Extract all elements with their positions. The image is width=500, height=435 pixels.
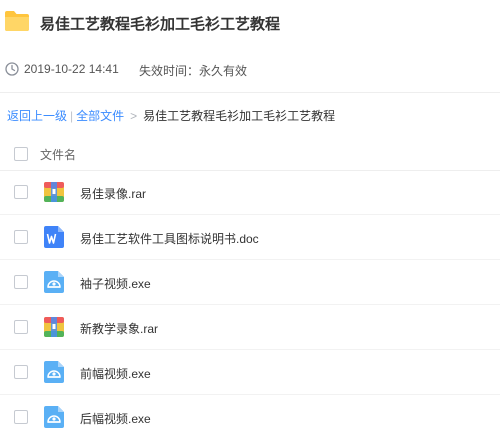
- file-row[interactable]: 前幅视频.exe: [0, 350, 500, 395]
- file-row[interactable]: 后幅视频.exe: [0, 395, 500, 435]
- breadcrumb: 返回上一级 | 全部文件 > 易佳工艺教程毛衫加工毛衫工艺教程: [7, 107, 335, 124]
- file-row[interactable]: 易佳录像.rar: [0, 170, 500, 215]
- file-checkbox[interactable]: [14, 230, 28, 244]
- word-doc-icon: [44, 226, 64, 248]
- breadcrumb-separator: |: [70, 109, 74, 123]
- folder-meta: 2019-10-22 14:41 失效时间：永久有效: [0, 58, 500, 80]
- file-checkbox[interactable]: [14, 320, 28, 334]
- divider: [0, 92, 500, 93]
- file-name[interactable]: 易佳工艺软件工具图标说明书.doc: [80, 230, 259, 247]
- file-checkbox[interactable]: [14, 410, 28, 424]
- exe-file-icon: [44, 406, 64, 428]
- file-name[interactable]: 新教学录象.rar: [80, 320, 158, 337]
- file-name[interactable]: 袖子视频.exe: [80, 275, 151, 292]
- file-checkbox[interactable]: [14, 275, 28, 289]
- list-header: 文件名: [0, 140, 500, 168]
- folder-title: 易佳工艺教程毛衫加工毛衫工艺教程: [40, 16, 281, 33]
- column-header-filename: 文件名: [40, 148, 77, 162]
- file-row[interactable]: 袖子视频.exe: [0, 260, 500, 305]
- file-name[interactable]: 易佳录像.rar: [80, 185, 146, 202]
- file-name[interactable]: 后幅视频.exe: [80, 410, 151, 427]
- all-files-link[interactable]: 全部文件: [76, 109, 124, 123]
- expire-time: 失效时间：永久有效: [139, 64, 248, 78]
- file-row[interactable]: 新教学录象.rar: [0, 305, 500, 350]
- clock-icon: [5, 62, 19, 76]
- file-row[interactable]: 易佳工艺软件工具图标说明书.doc: [0, 215, 500, 260]
- back-link[interactable]: 返回上一级: [7, 109, 67, 123]
- rar-archive-icon: [44, 182, 64, 202]
- exe-file-icon: [44, 361, 64, 383]
- select-all-checkbox[interactable]: [14, 147, 28, 161]
- share-date: 2019-10-22 14:41: [24, 62, 119, 76]
- breadcrumb-arrow-icon: >: [130, 109, 138, 123]
- breadcrumb-current: 易佳工艺教程毛衫加工毛衫工艺教程: [143, 109, 336, 123]
- file-name[interactable]: 前幅视频.exe: [80, 365, 151, 382]
- rar-archive-icon: [44, 317, 64, 337]
- folder-header: 易佳工艺教程毛衫加工毛衫工艺教程: [0, 0, 500, 46]
- file-checkbox[interactable]: [14, 185, 28, 199]
- exe-file-icon: [44, 271, 64, 293]
- file-checkbox[interactable]: [14, 365, 28, 379]
- folder-icon: [5, 11, 29, 31]
